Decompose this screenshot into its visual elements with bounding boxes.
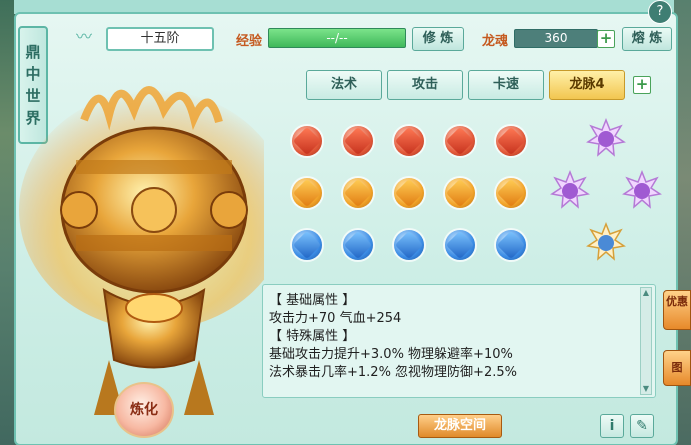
tab-attack[interactable]: 攻击 xyxy=(387,70,463,100)
gem-core xyxy=(496,230,526,260)
exp-bar: --/-- xyxy=(268,28,406,48)
gem-core xyxy=(394,230,424,260)
attribute-scrollbar[interactable]: ▲ ▼ xyxy=(640,287,652,395)
attribute-panel: 【 基础属性 】 攻击力+70 气血+254 【 特殊属性 】 基础攻击力提升+… xyxy=(262,284,656,398)
gem-core xyxy=(394,126,424,156)
gem-core xyxy=(343,178,373,208)
side-map-badge[interactable]: 图 xyxy=(663,350,691,386)
blue-gem-icon[interactable] xyxy=(394,230,424,260)
special-attr-line: 基础攻击力提升+3.0% 物理躲避率+10% xyxy=(269,347,513,362)
dragon-decor-icon: 〰 xyxy=(76,27,93,46)
dragon-space-button[interactable]: 龙脉空间 xyxy=(418,414,502,438)
tab-spell[interactable]: 法术 xyxy=(306,70,382,100)
scroll-up-icon[interactable]: ▲ xyxy=(641,288,651,298)
gem-core xyxy=(343,126,373,156)
gem-core xyxy=(292,230,322,260)
edit-icon[interactable]: ✎ xyxy=(630,414,654,438)
basic-attr-line: 攻击力+70 气血+254 xyxy=(269,311,402,326)
gem-core xyxy=(292,126,322,156)
red-gem-icon[interactable] xyxy=(445,126,475,156)
red-gem-icon[interactable] xyxy=(496,126,526,156)
gem-core xyxy=(343,230,373,260)
help-icon[interactable]: ? xyxy=(648,0,672,24)
gem-core xyxy=(496,126,526,156)
red-gem-icon[interactable] xyxy=(343,126,373,156)
basic-attr-header: 【 基础属性 】 xyxy=(269,293,356,308)
exp-label: 经验 xyxy=(236,34,263,49)
orange-gem-icon[interactable] xyxy=(343,178,373,208)
blue-gem-icon[interactable] xyxy=(496,230,526,260)
gem-core xyxy=(445,230,475,260)
dragon-star-slot[interactable] xyxy=(622,170,662,210)
gem-core xyxy=(394,178,424,208)
red-gem-icon[interactable] xyxy=(394,126,424,156)
special-attr-line: 法术暴击几率+1.2% 忽视物理防御+2.5% xyxy=(269,365,517,380)
add-tab-button[interactable]: + xyxy=(633,76,651,94)
side-promo-badge[interactable]: 优惠 xyxy=(663,290,691,330)
gem-core xyxy=(445,178,475,208)
orange-gem-icon[interactable] xyxy=(292,178,322,208)
add-soul-button[interactable]: + xyxy=(597,30,615,48)
tab-speed[interactable]: 卡速 xyxy=(468,70,544,100)
orange-gem-icon[interactable] xyxy=(394,178,424,208)
smelt-button[interactable]: 熔 炼 xyxy=(622,27,672,51)
cultivate-button[interactable]: 修 炼 xyxy=(412,27,464,51)
special-attr-header: 【 特殊属性 】 xyxy=(269,329,356,344)
gem-core xyxy=(496,178,526,208)
orange-gem-icon[interactable] xyxy=(496,178,526,208)
game-window: ? 鼎 中 世 界 〰 十五阶 经验 --/-- 修 炼 龙魂 360 + 熔 … xyxy=(0,0,691,445)
red-gem-icon[interactable] xyxy=(292,126,322,156)
dragon-star-slot[interactable] xyxy=(586,118,626,158)
gem-core xyxy=(292,178,322,208)
stage-label: 十五阶 xyxy=(106,27,214,51)
blue-gem-icon[interactable] xyxy=(292,230,322,260)
gem-core xyxy=(445,126,475,156)
scroll-down-icon[interactable]: ▼ xyxy=(641,384,651,394)
info-icon[interactable]: i xyxy=(600,414,624,438)
blue-gem-icon[interactable] xyxy=(445,230,475,260)
dragon-star-slot[interactable] xyxy=(586,222,626,262)
refine-button[interactable]: 炼化 xyxy=(114,382,174,438)
orange-gem-icon[interactable] xyxy=(445,178,475,208)
blue-gem-icon[interactable] xyxy=(343,230,373,260)
dragon-star-slot[interactable] xyxy=(550,170,590,210)
tab-dragon-vein[interactable]: 龙脉4 xyxy=(549,70,625,100)
soul-label: 龙魂 xyxy=(482,34,509,49)
soul-value: 360 xyxy=(514,29,598,48)
